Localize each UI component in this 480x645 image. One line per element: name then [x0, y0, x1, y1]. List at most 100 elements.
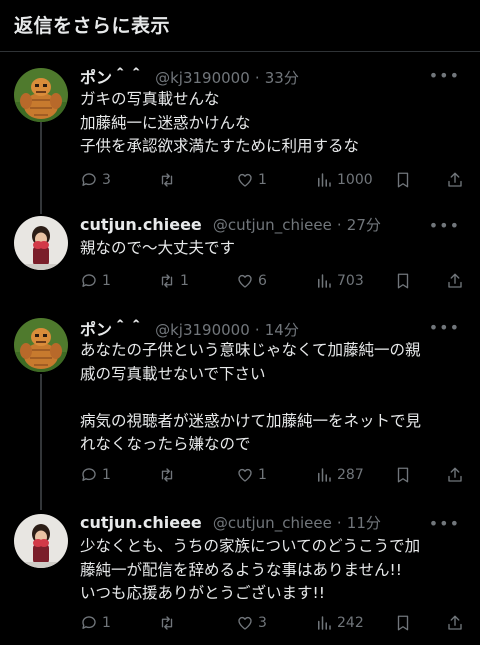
share-icon: [448, 615, 462, 630]
retweet-button[interactable]: [158, 169, 180, 191]
views-icon: [318, 173, 331, 187]
reply-button[interactable]: 1: [80, 270, 111, 292]
text-line: 戚の写真載せないで下さい: [80, 364, 266, 383]
views-count: 287: [337, 467, 364, 483]
text-line: いつも応援ありがとうございます!!: [80, 584, 325, 602]
thread-line: [40, 374, 42, 510]
action-bar: 1 3 242: [80, 612, 470, 634]
retweet-icon: [161, 616, 173, 630]
share-icon: [448, 172, 462, 187]
bookmark-icon: [397, 467, 409, 483]
tweet-header: cutjun.chieee @cutjun_chieee · 27分 •••: [80, 214, 460, 236]
avatar[interactable]: [14, 68, 68, 122]
retweet-button[interactable]: [158, 464, 180, 486]
action-bar: 3 1 1000: [80, 169, 470, 191]
views-icon: [318, 274, 331, 288]
avatar[interactable]: [14, 216, 68, 270]
tweet-header: cutjun.chieee @cutjun_chieee · 11分 •••: [80, 512, 460, 534]
user-handle[interactable]: @kj3190000: [155, 321, 250, 339]
avatar[interactable]: [14, 514, 68, 568]
text-line: 病気の視聴者が迷惑かけて加藤純一をネットで見: [80, 411, 422, 430]
action-bar: 1 1 6 703: [80, 270, 470, 292]
timestamp[interactable]: 33分: [265, 69, 299, 87]
views-button[interactable]: 1000: [315, 169, 373, 191]
reply-icon: [82, 274, 96, 287]
user-handle[interactable]: @cutjun_chieee: [213, 216, 332, 234]
reply-count: 1: [102, 467, 111, 483]
like-button[interactable]: 3: [236, 612, 267, 634]
display-name[interactable]: cutjun.chieee: [80, 215, 202, 234]
text-line: 親なので〜大丈夫です: [80, 239, 236, 257]
reply-icon: [82, 173, 96, 186]
like-count: 1: [258, 172, 267, 188]
page-title: 返信をさらに表示: [14, 15, 171, 37]
reply-icon: [82, 616, 96, 629]
views-icon: [318, 616, 331, 630]
views-button[interactable]: 287: [315, 464, 364, 486]
action-bar: 1 1 287: [80, 464, 470, 486]
timestamp[interactable]: 27分: [347, 216, 381, 234]
retweet-icon: [161, 468, 173, 482]
bookmark-button[interactable]: [394, 464, 412, 486]
timestamp[interactable]: 14分: [265, 321, 299, 339]
bookmark-icon: [397, 615, 409, 631]
share-button[interactable]: [446, 169, 464, 191]
like-icon: [238, 173, 252, 187]
views-button[interactable]: 242: [315, 612, 364, 634]
share-button[interactable]: [446, 464, 464, 486]
text-line: ガキの写真載せんな: [80, 90, 220, 108]
retweet-icon: [161, 173, 173, 187]
display-name[interactable]: ポン＾＾: [80, 320, 144, 339]
bookmark-icon: [397, 273, 409, 289]
bookmark-button[interactable]: [394, 612, 412, 634]
avatar[interactable]: [14, 318, 68, 372]
text-line: あなたの子供という意味じゃなくて加藤純一の親: [80, 341, 421, 359]
text-line: 加藤純一に迷惑かけんな: [80, 113, 251, 132]
display-name[interactable]: ポン＾＾: [80, 68, 144, 87]
thread-line: [40, 122, 42, 214]
like-count: 1: [258, 467, 267, 483]
text-line: 少なくとも、うちの家族についてのどうこうで加: [80, 537, 421, 555]
like-icon: [238, 274, 252, 288]
separator: ·: [336, 216, 342, 234]
like-button[interactable]: 6: [236, 270, 267, 292]
retweet-icon: [161, 274, 173, 288]
tweet-header: ポン＾＾ @kj3190000 · 14分 •••: [80, 316, 460, 339]
share-button[interactable]: [446, 270, 464, 292]
user-handle[interactable]: @cutjun_chieee: [213, 514, 332, 532]
more-icon[interactable]: •••: [429, 514, 460, 533]
views-count: 1000: [337, 172, 373, 188]
user-handle[interactable]: @kj3190000: [155, 69, 250, 87]
tweet-text: ガキの写真載せんな 加藤純一に迷惑かけんな 子供を承認欲求満たすために利用するな: [80, 88, 466, 159]
reply-button[interactable]: 1: [80, 464, 111, 486]
views-icon: [318, 468, 331, 482]
bookmark-button[interactable]: [394, 270, 412, 292]
reply-button[interactable]: 1: [80, 612, 111, 634]
text-blank-line: [80, 386, 466, 410]
timestamp[interactable]: 11分: [347, 514, 381, 532]
views-count: 242: [337, 615, 364, 631]
more-icon[interactable]: •••: [429, 318, 460, 337]
bookmark-icon: [397, 172, 409, 188]
like-button[interactable]: 1: [236, 169, 267, 191]
display-name[interactable]: cutjun.chieee: [80, 513, 202, 532]
tweet-text: 親なので〜大丈夫です: [80, 237, 466, 261]
more-icon[interactable]: •••: [429, 66, 460, 85]
separator: ·: [336, 514, 342, 532]
more-icon[interactable]: •••: [429, 216, 460, 235]
text-line: 藤純一が配信を辞めるような事はありません!!: [80, 560, 402, 579]
reply-button[interactable]: 3: [80, 169, 111, 191]
views-button[interactable]: 703: [315, 270, 364, 292]
tweet-header: ポン＾＾ @kj3190000 · 33分 •••: [80, 64, 460, 87]
share-icon: [448, 273, 462, 288]
retweet-button[interactable]: 1: [158, 270, 189, 292]
share-button[interactable]: [446, 612, 464, 634]
retweet-button[interactable]: [158, 612, 180, 634]
text-line: れなくなったら嫌なので: [80, 435, 251, 453]
bookmark-button[interactable]: [394, 169, 412, 191]
reply-count: 3: [102, 172, 111, 188]
share-icon: [448, 467, 462, 482]
separator: ·: [254, 321, 260, 339]
like-button[interactable]: 1: [236, 464, 267, 486]
like-icon: [238, 616, 252, 630]
